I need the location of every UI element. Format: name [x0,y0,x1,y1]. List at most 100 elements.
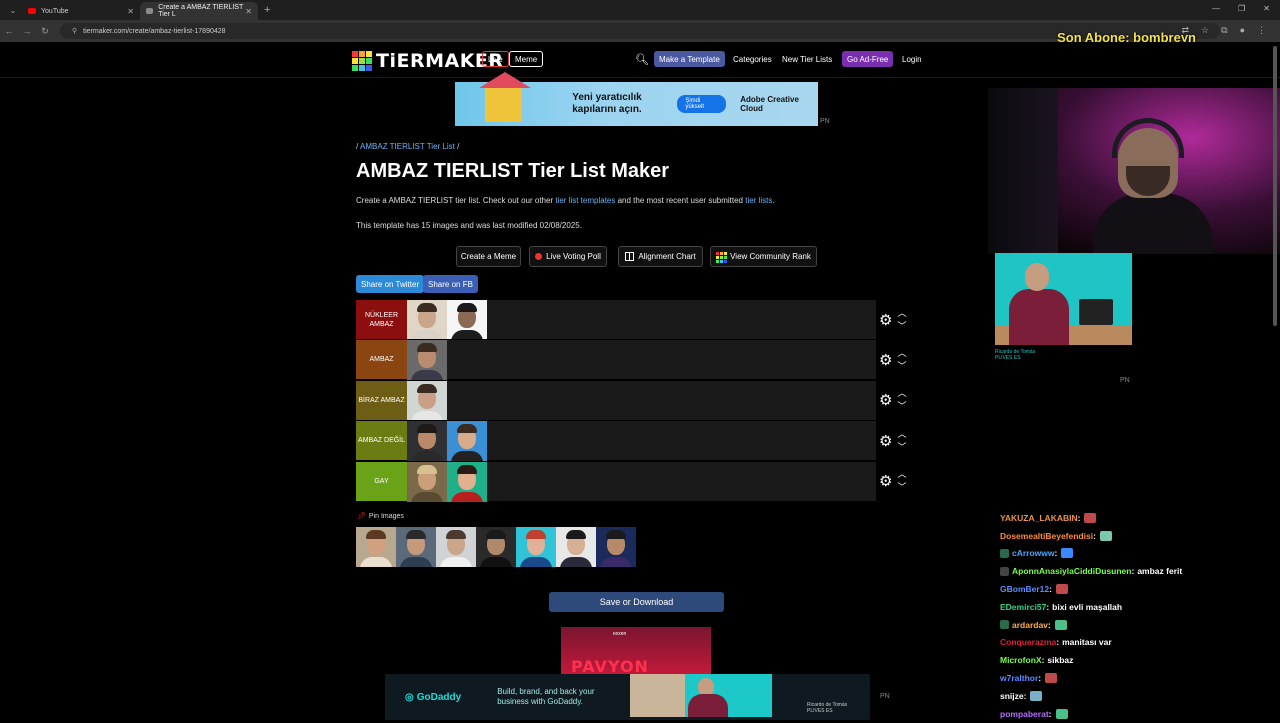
url-field[interactable]: ⚲ tiermaker.com/create/ambaz-tierlist-17… [60,23,1220,39]
tier-label[interactable]: NÜKLEER AMBAZ [356,300,407,339]
extensions-icon[interactable]: ⧉ [1221,25,1227,36]
gear-icon[interactable]: ⚙ [879,432,892,450]
pool-image[interactable] [356,527,396,567]
scrollbar-thumb[interactable] [1273,46,1277,326]
reload-icon[interactable]: ↻ [36,26,54,37]
pool-image[interactable] [596,527,636,567]
live-voting-poll-button[interactable]: Live Voting Poll [529,246,607,267]
chat-username[interactable]: GBomBer12 [1000,584,1049,594]
profile-avatar-icon[interactable]: ● [1240,25,1245,36]
pool-image[interactable] [436,527,476,567]
tier-item-image[interactable] [407,340,447,381]
save-download-button[interactable]: Save or Download [549,592,724,612]
move-down-icon[interactable]: ﹀ [897,400,906,413]
close-tab-icon[interactable]: ✕ [127,7,134,16]
tier-item-image[interactable] [407,380,447,421]
chat-separator: : [1023,690,1027,701]
view-community-rank-button[interactable]: View Community Rank [710,246,817,267]
move-down-icon[interactable]: ﹀ [897,441,906,454]
pool-image[interactable] [516,527,556,567]
chat-text: sikbaz [1047,655,1074,666]
chat-username[interactable]: ardardav [1012,620,1048,630]
move-down-icon[interactable]: ﹀ [897,360,906,373]
tier-item-image[interactable] [447,300,487,340]
logo-grid-icon [352,51,372,71]
new-tier-lists-link[interactable]: New Tier Lists [777,51,837,67]
middle-ad-banner[interactable]: exxen PAVYON [561,627,711,674]
move-down-icon[interactable]: ﹀ [897,320,906,333]
chat-username[interactable]: cArrowww [1012,548,1055,558]
search-icon[interactable]: 🔍︎ [630,51,654,67]
share-facebook-button[interactable]: Share on FB [423,275,478,293]
live-button[interactable]: Live [482,51,509,67]
back-icon[interactable]: ← [0,26,18,36]
close-window-icon[interactable]: ✕ [1263,4,1270,13]
chat-username[interactable]: EDemirci57 [1000,602,1046,612]
tier-label[interactable]: AMBAZ DEĞİL [356,421,407,461]
move-up-icon[interactable]: ︿ [897,468,906,481]
create-meme-button[interactable]: Create a Meme [456,246,521,267]
minimize-icon[interactable]: — [1212,4,1220,13]
pool-image[interactable] [396,527,436,567]
maximize-icon[interactable]: ❐ [1238,4,1245,13]
move-up-icon[interactable]: ︿ [897,387,906,400]
pool-image[interactable] [476,527,516,567]
meme-button[interactable]: Meme [509,51,544,67]
breadcrumb-link[interactable]: AMBAZ TIERLIST Tier List [360,142,455,151]
youtube-favicon-icon [28,8,36,14]
side-ad-photo[interactable] [995,253,1132,345]
tier-items [407,300,487,340]
menu-dots-icon[interactable]: ⋮ [1257,25,1266,36]
move-up-icon[interactable]: ︿ [897,307,906,320]
chat-username[interactable]: w7ralthor [1000,673,1038,683]
community-rank-icon [716,251,728,263]
tier-item-image[interactable] [447,421,487,462]
tier-item-image[interactable] [447,461,487,502]
chat-username[interactable]: MicrofonX [1000,655,1042,665]
ad-upgrade-button[interactable]: Şimdi yükselt [677,95,727,113]
gear-icon[interactable]: ⚙ [879,472,892,490]
tier-label[interactable]: AMBAZ [356,340,407,380]
bookmark-star-icon[interactable]: ☆ [1201,25,1209,36]
tier-lists-link[interactable]: tier lists [745,196,772,205]
chat-username[interactable]: YAKUZA_LAKABIN [1000,513,1078,523]
tier-item-image[interactable] [407,421,447,462]
browser-tab-tiermaker[interactable]: Create a AMBAZ TIERLIST Tier L ✕ [140,2,258,20]
tier-item-image[interactable] [407,461,447,502]
tier-list-templates-link[interactable]: tier list templates [555,196,615,205]
site-info-icon[interactable]: ⚲ [72,27,77,35]
close-tab-icon[interactable]: ✕ [245,7,252,16]
ad-house-illustration [478,72,532,122]
move-down-icon[interactable]: ﹀ [897,481,906,494]
tab-search-icon[interactable]: ⌄ [4,3,22,17]
tiermaker-logo[interactable]: TiERMAKER [352,50,504,72]
pool-image[interactable] [556,527,596,567]
login-link[interactable]: Login [897,51,927,67]
new-tab-icon[interactable]: + [264,4,270,16]
tier-label[interactable]: BİRAZ AMBAZ [356,380,407,420]
make-template-button[interactable]: Make a Template [654,51,725,67]
go-ad-free-button[interactable]: Go Ad-Free [842,51,894,67]
template-meta: This template has 15 images and was last… [356,221,582,230]
chat-username[interactable]: DosemealtiBeyefendisi [1000,531,1093,541]
browser-tab-youtube[interactable]: YouTube ✕ [22,2,140,20]
chat-username[interactable]: AponnAnasiylaCiddiDusunen [1012,566,1131,576]
pin-images-toggle[interactable]: 📌︎ Pin Images [357,512,404,520]
gear-icon[interactable]: ⚙ [879,351,892,369]
forward-icon[interactable]: → [18,26,36,36]
categories-link[interactable]: Categories [728,51,777,67]
chat-username[interactable]: snijze [1000,691,1024,701]
move-up-icon[interactable]: ︿ [897,428,906,441]
bottom-ad-banner[interactable]: ◎ GoDaddy Build, brand, and back your bu… [385,674,870,720]
chat-username[interactable]: pompaberat [1000,709,1049,719]
chat-username[interactable]: Conquerazma [1000,637,1056,647]
tier-item-image[interactable] [407,300,447,340]
gear-icon[interactable]: ⚙ [879,391,892,409]
scrollbar[interactable] [1272,46,1278,326]
tier-label[interactable]: GAY [356,461,407,501]
move-up-icon[interactable]: ︿ [897,347,906,360]
share-twitter-button[interactable]: Share on Twitter [356,275,425,293]
gear-icon[interactable]: ⚙ [879,311,892,329]
top-ad-banner[interactable]: Yeni yaratıcılık kapılarını açın. Şimdi … [455,72,818,126]
alignment-chart-button[interactable]: Alignment Chart [618,246,703,267]
